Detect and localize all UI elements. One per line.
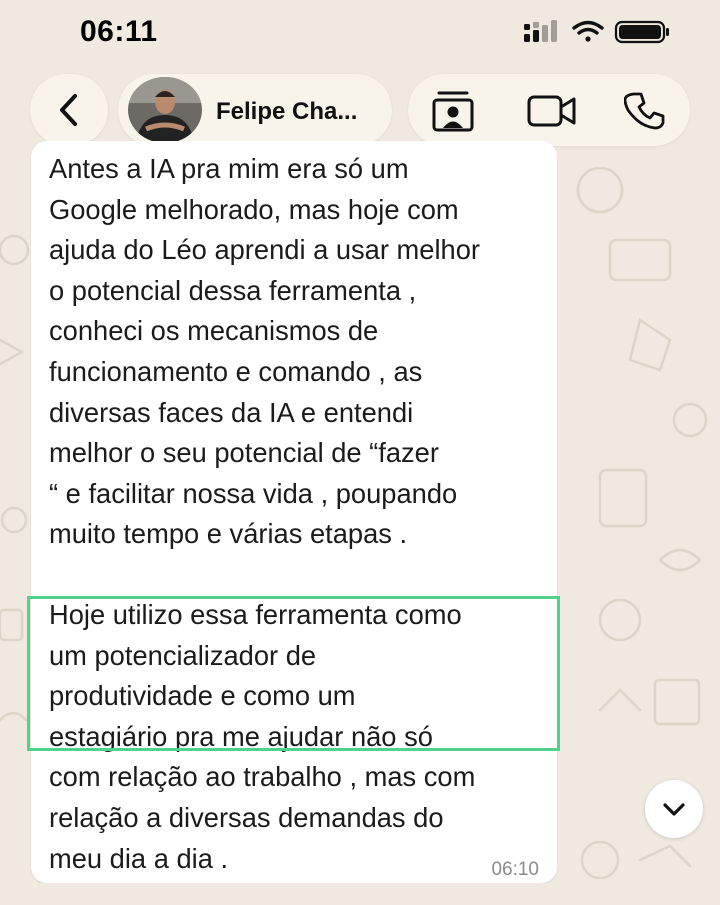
- wifi-icon: [572, 20, 604, 42]
- video-call-icon[interactable]: [526, 92, 578, 130]
- contact-header[interactable]: Felipe Cha...: [118, 74, 392, 146]
- cellular-signal-icon: [524, 20, 557, 42]
- phone-call-icon[interactable]: [624, 90, 666, 132]
- message-bubble[interactable]: Antes a IA pra mim era só um Google melh…: [31, 141, 557, 883]
- contact-name: Felipe Cha...: [216, 98, 358, 125]
- contact-card-icon[interactable]: [430, 88, 476, 134]
- message-paragraph-1: Antes a IA pra mim era só um Google melh…: [49, 153, 480, 550]
- chevron-down-icon: [663, 803, 685, 816]
- back-button[interactable]: [30, 74, 108, 146]
- message-paragraph-2: Hoje utilizo essa ferramenta como um pot…: [49, 599, 476, 874]
- message-timestamp: 06:10: [491, 859, 539, 880]
- battery-icon: [614, 20, 669, 44]
- avatar[interactable]: [128, 77, 202, 143]
- scroll-down-button[interactable]: [645, 780, 703, 838]
- chevron-left-icon: [60, 94, 77, 126]
- call-actions: [408, 74, 690, 146]
- status-icons: [524, 20, 669, 44]
- status-bar: 06:11: [0, 0, 720, 66]
- status-time: 06:11: [80, 15, 158, 48]
- composer-edge: [0, 883, 720, 905]
